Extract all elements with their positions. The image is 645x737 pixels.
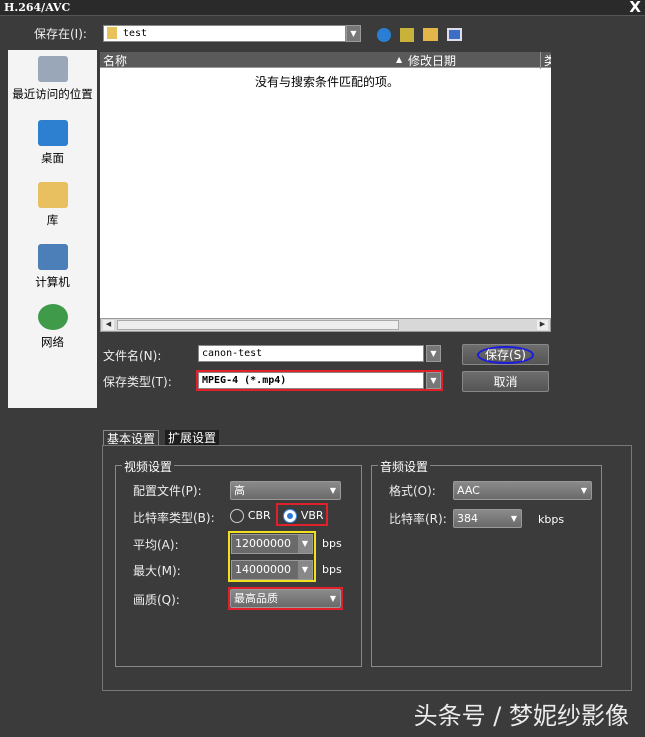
empty-message: 没有与搜索条件匹配的项。 [255,75,400,89]
places-sidebar: 最近访问的位置 桌面 库 计算机 网络 [8,50,97,408]
horizontal-scrollbar[interactable]: ◀ ▶ [100,318,551,332]
radio-icon [230,508,244,523]
library-icon [37,182,68,208]
file-list[interactable]: 名称 ▲ 修改日期 类 没有与搜索条件匹配的项。 [100,52,551,318]
cbr-radio[interactable]: CBR [230,508,271,523]
vbr-radio[interactable]: VBR [276,503,328,526]
column-name[interactable]: 名称 [103,52,127,69]
recent-places-icon [37,56,68,82]
filename-dropdown[interactable]: ▼ [426,345,441,362]
bitrate-type-label: 比特率类型(B): [133,511,215,525]
audio-bitrate-label: 比特率(R): [389,512,447,526]
column-type[interactable]: 类 [540,52,551,69]
window-title: H.264/AVC [4,1,71,14]
filetype-dropdown[interactable]: ▼ [426,372,441,389]
audio-bitrate-value: 384 [457,512,478,525]
sidebar-item-network[interactable]: 网络 [8,304,97,350]
sidebar-label: 最近访问的位置 [12,87,93,101]
audio-settings-group: 音频设置 格式(O): AAC ▼ 比特率(R): 384 ▼ kbps [371,458,602,667]
quality-value: 最高品质 [234,592,278,605]
max-value: 14000000 [235,563,291,576]
quality-select[interactable]: 最高品质 ▼ [230,589,341,608]
title-bar: H.264/AVC X [0,0,645,16]
average-value: 12000000 [235,537,291,550]
video-group-title: 视频设置 [122,458,175,475]
average-bitrate-input[interactable]: 12000000 ▼ [231,534,313,554]
up-folder-icon[interactable] [400,28,414,42]
format-select[interactable]: AAC ▼ [453,481,592,500]
max-bitrate-input[interactable]: 14000000 ▼ [231,560,313,580]
chevron-down-icon: ▼ [329,486,336,495]
scroll-right-icon[interactable]: ▶ [537,320,548,330]
sidebar-item-library[interactable]: 库 [8,182,97,228]
chevron-down-icon[interactable]: ▼ [298,561,312,579]
filename-input[interactable]: canon-test [198,345,424,362]
quality-label: 画质(Q): [133,593,180,607]
vbr-label: VBR [300,509,324,522]
cancel-button[interactable]: 取消 [462,371,549,392]
sidebar-label: 桌面 [41,151,64,165]
view-menu-icon[interactable] [447,28,462,41]
profile-label: 配置文件(P): [133,484,202,498]
chevron-down-icon[interactable]: ▼ [298,535,312,553]
max-label: 最大(M): [133,564,181,578]
video-settings-group: 视频设置 配置文件(P): 高 ▼ 比特率类型(B): CBR VBR 平均(A)… [115,458,362,667]
settings-panel: 视频设置 配置文件(P): 高 ▼ 比特率类型(B): CBR VBR 平均(A)… [102,445,632,691]
format-label: 格式(O): [389,484,436,498]
network-icon [37,304,68,330]
sidebar-label: 计算机 [35,275,70,289]
sort-asc-icon: ▲ [396,55,403,64]
radio-selected-icon [283,508,297,523]
sidebar-label: 网络 [41,335,64,349]
save-button[interactable]: 保存(S) [462,344,549,365]
audio-bitrate-unit: kbps [538,513,565,526]
filetype-label: 保存类型(T): [103,375,172,389]
filetype-select[interactable]: MPEG-4 (*.mp4) [198,372,424,389]
sidebar-label: 库 [46,213,59,227]
cbr-label: CBR [247,509,271,522]
sidebar-item-desktop[interactable]: 桌面 [8,120,97,166]
profile-value: 高 [234,484,245,497]
save-label: 保存(S) [477,346,534,364]
save-in-combo[interactable]: test [103,25,346,42]
save-in-dropdown[interactable]: ▼ [346,25,361,42]
new-folder-icon[interactable] [423,28,438,41]
chevron-down-icon: ▼ [329,594,336,603]
audio-group-title: 音频设置 [378,458,431,475]
back-icon[interactable] [377,28,391,42]
format-value: AAC [457,484,480,497]
close-button[interactable]: X [629,0,641,16]
average-unit: bps [322,537,342,550]
scroll-thumb[interactable] [117,320,399,330]
column-modified[interactable]: 修改日期 [408,52,456,69]
tab-basic[interactable]: 基本设置 [103,430,160,446]
chevron-down-icon: ▼ [580,486,587,495]
file-list-header: 名称 ▲ 修改日期 类 [100,52,551,69]
sidebar-item-recent[interactable]: 最近访问的位置 [8,56,97,102]
computer-icon [37,244,68,270]
scroll-left-icon[interactable]: ◀ [103,320,114,330]
filename-label: 文件名(N): [103,349,162,363]
chevron-down-icon: ▼ [510,514,517,523]
save-in-value: test [123,28,148,39]
max-unit: bps [322,563,342,576]
audio-bitrate-select[interactable]: 384 ▼ [453,509,522,528]
save-in-label: 保存在(I): [34,27,87,41]
tab-extended[interactable]: 扩展设置 [165,430,220,446]
folder-icon [107,27,117,39]
watermark: 头条号 / 梦妮纱影像 [413,702,629,730]
profile-select[interactable]: 高 ▼ [230,481,341,500]
desktop-icon [37,120,68,146]
sidebar-item-computer[interactable]: 计算机 [8,244,97,290]
average-label: 平均(A): [133,538,179,552]
